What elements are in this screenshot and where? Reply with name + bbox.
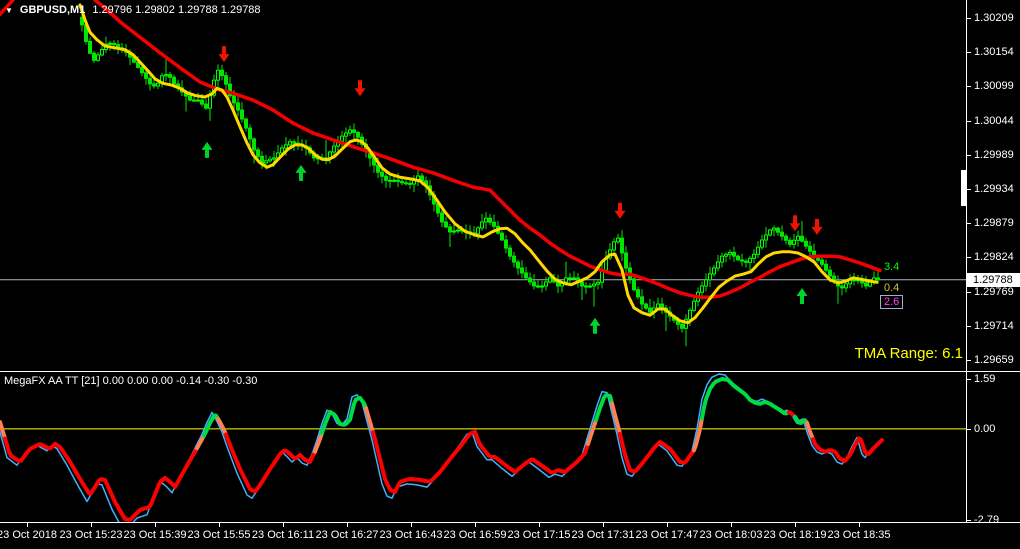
sell-arrows <box>218 46 823 235</box>
oscillator-main-line <box>0 377 884 522</box>
current-price-tag: 1.29788 <box>966 273 1020 287</box>
symbol-dropdown-icon[interactable]: ▼ <box>5 5 13 16</box>
timeaxis-separator <box>0 522 1020 523</box>
indicator-title: MegaFX AA TT [21] 0.00 0.00 0.00 -0.14 -… <box>4 375 258 387</box>
mt4-chart-window: ▼ GBPUSD,M1 1.29796 1.29802 1.29788 1.29… <box>0 0 1020 549</box>
oscillator-axis-tick <box>966 379 971 380</box>
sell-arrow-icon <box>811 218 823 235</box>
time-axis-tick <box>27 523 28 527</box>
mid-band-value-label: 0.4 <box>884 282 900 294</box>
price-axis-label: 1.29879 <box>974 217 1014 229</box>
time-axis-tick <box>475 523 476 527</box>
price-axis-tick <box>966 360 971 361</box>
sell-arrow-icon <box>354 80 366 97</box>
time-axis-tick <box>91 523 92 527</box>
upper-band-value-label: 3.4 <box>884 261 900 273</box>
axis-border <box>966 0 967 523</box>
price-axis-tick <box>966 292 971 293</box>
time-axis-tick <box>539 523 540 527</box>
axis-scroll-thumb[interactable] <box>961 170 966 206</box>
time-axis-tick <box>411 523 412 527</box>
time-axis-tick <box>667 523 668 527</box>
oscillator-axis-tick <box>966 429 971 430</box>
buy-arrow-icon <box>589 317 601 334</box>
price-axis-label: 1.29659 <box>974 354 1014 366</box>
time-axis-tick <box>603 523 604 527</box>
lower-band-value-label: 2.6 <box>880 295 904 309</box>
candles-layer <box>80 10 880 347</box>
oscillator-axis-label: 1.59 <box>974 373 996 385</box>
price-axis-label: 1.30154 <box>974 46 1014 58</box>
price-axis-tick <box>966 223 971 224</box>
time-axis-label: 23 Oct 16:43 <box>379 529 443 541</box>
buy-arrow-icon <box>295 164 307 181</box>
time-axis-label: 23 Oct 15:39 <box>123 529 187 541</box>
time-axis-label: 23 Oct 15:23 <box>59 529 123 541</box>
price-axis-label: 1.30044 <box>974 115 1014 127</box>
price-axis-tick <box>966 326 971 327</box>
buy-arrows <box>201 141 808 334</box>
price-axis-tick <box>966 257 971 258</box>
price-axis-label: 1.30209 <box>974 12 1014 24</box>
time-axis-label: 23 Oct 17:31 <box>571 529 635 541</box>
buy-arrow-icon <box>796 287 808 304</box>
time-axis-label: 23 Oct 18:35 <box>827 529 891 541</box>
sell-arrow-icon <box>218 46 230 63</box>
time-axis-label: 23 Oct 18:03 <box>699 529 763 541</box>
tma-range-label: TMA Range: 6.1 <box>854 345 963 362</box>
price-axis-label: 1.29934 <box>974 183 1014 195</box>
sell-arrow-icon <box>789 215 801 232</box>
oscillator-axis-tick <box>966 520 971 521</box>
oscillator-axis-label: 0.00 <box>974 423 996 435</box>
time-axis-label: 23 Oct 17:47 <box>635 529 699 541</box>
time-axis-tick <box>795 523 796 527</box>
time-axis-tick <box>731 523 732 527</box>
price-axis-tick <box>966 189 971 190</box>
time-axis-tick <box>347 523 348 527</box>
time-axis-label: 23 Oct 16:11 <box>251 529 315 541</box>
ma-slow-line <box>0 0 882 299</box>
time-axis-label: 23 Oct 17:15 <box>507 529 571 541</box>
price-axis-label: 1.29769 <box>974 286 1014 298</box>
price-axis-tick <box>966 86 971 87</box>
price-axis-tick <box>966 155 971 156</box>
time-axis-label: 23 Oct 15:55 <box>187 529 251 541</box>
time-axis-label: 23 Oct 2018 <box>0 529 57 541</box>
price-axis-tick <box>966 121 971 122</box>
price-axis-label: 1.29989 <box>974 149 1014 161</box>
time-axis-label: 23 Oct 16:59 <box>443 529 507 541</box>
main-price-chart[interactable] <box>0 0 966 371</box>
time-axis-label: 23 Oct 16:27 <box>315 529 379 541</box>
chart-title: ▼ GBPUSD,M1 1.29796 1.29802 1.29788 1.29… <box>5 4 261 16</box>
ohlc-quote: 1.29796 1.29802 1.29788 1.29788 <box>92 4 261 16</box>
price-axis-label: 1.29824 <box>974 251 1014 263</box>
tma-fast-line <box>78 3 879 325</box>
buy-arrow-icon <box>201 141 213 158</box>
time-axis-tick <box>283 523 284 527</box>
oscillator-panel[interactable] <box>0 372 966 522</box>
time-axis-tick <box>859 523 860 527</box>
price-axis-tick <box>966 18 971 19</box>
symbol-label: GBPUSD,M1 <box>19 4 86 16</box>
panel-separator[interactable] <box>0 371 1020 372</box>
price-axis-label: 1.29714 <box>974 320 1014 332</box>
price-axis-tick <box>966 52 971 53</box>
price-axis-label: 1.30099 <box>974 80 1014 92</box>
time-axis-tick <box>155 523 156 527</box>
sell-arrow-icon <box>614 202 626 219</box>
oscillator-axis-label: -2.79 <box>974 514 1000 526</box>
time-axis-label: 23 Oct 18:19 <box>763 529 827 541</box>
time-axis-tick <box>219 523 220 527</box>
